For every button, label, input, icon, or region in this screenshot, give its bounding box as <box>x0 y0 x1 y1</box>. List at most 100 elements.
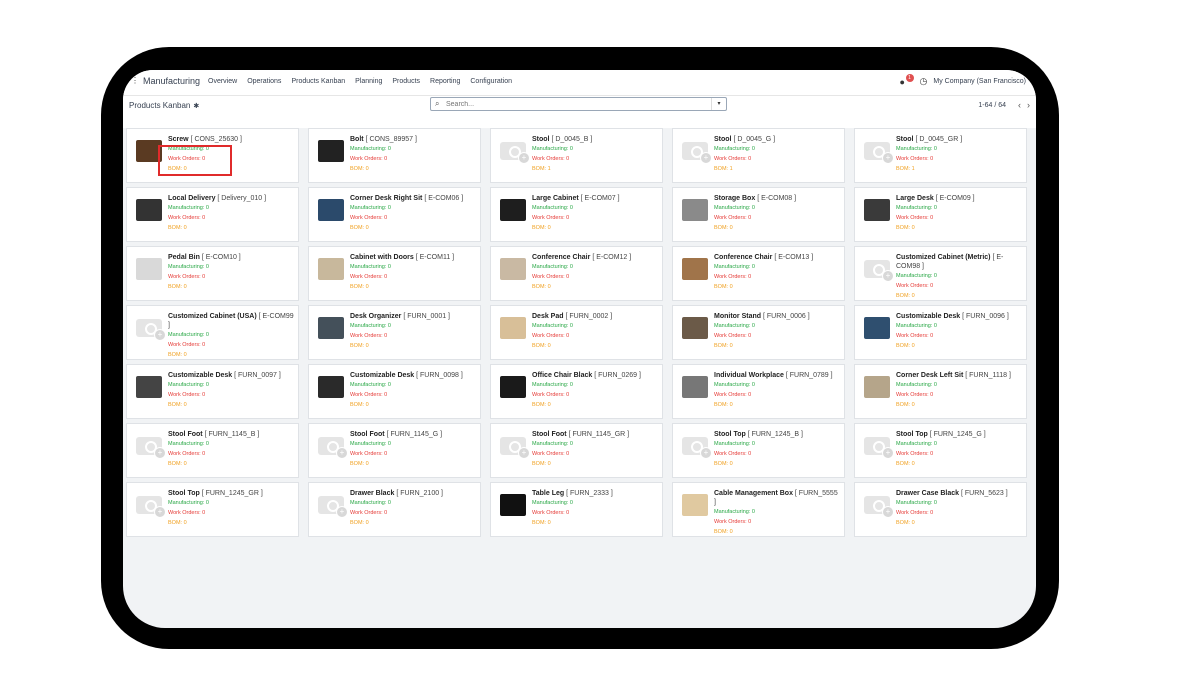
manufacturing-count: Manufacturing: 0 <box>714 264 755 270</box>
product-card[interactable]: Conference Chair [ E-COM13 ] Manufacturin… <box>672 246 845 301</box>
manufacturing-count: Manufacturing: 0 <box>350 264 391 270</box>
menu-planning[interactable]: Planning <box>355 78 382 85</box>
manufacturing-count: Manufacturing: 0 <box>896 500 937 506</box>
product-name: Customized Cabinet (USA) [ E-COM99 ] <box>168 312 294 330</box>
product-card[interactable]: Bolt [ CONS_89957 ] Manufacturing: 0 Work … <box>308 128 481 183</box>
product-photo <box>500 258 526 280</box>
product-card[interactable]: Cabinet with Doors [ E-COM11 ] Manufactur… <box>308 246 481 301</box>
product-card[interactable]: Cable Management Box [ FURN_5555 ] Manufa… <box>672 482 845 537</box>
product-code: [ FURN_0789 ] <box>785 372 833 379</box>
product-info: Stool Foot [ FURN_1145_B ] Manufacturing:… <box>168 430 294 469</box>
product-name-text: Customizable Desk <box>896 313 961 320</box>
search-input[interactable] <box>446 99 706 109</box>
activity-clock-icon[interactable]: ◷ <box>920 76 928 87</box>
product-image <box>679 312 711 344</box>
product-card[interactable]: Customized Cabinet (USA) [ E-COM99 ] Manu… <box>126 305 299 360</box>
product-card[interactable]: Individual Workplace [ FURN_0789 ] Manufa… <box>672 364 845 419</box>
bom-count: BOM: 0 <box>896 343 915 349</box>
bom-count: BOM: 0 <box>714 402 733 408</box>
product-image <box>679 489 711 521</box>
bom-count: BOM: 0 <box>532 402 551 408</box>
product-card[interactable]: Customizable Desk [ FURN_0098 ] Manufactu… <box>308 364 481 419</box>
product-name: Table Leg [ FURN_2333 ] <box>532 489 658 498</box>
search-bar: ⌕ ▾ <box>430 97 727 111</box>
product-card[interactable]: Drawer Case Black [ FURN_5623 ] Manufactu… <box>854 482 1027 537</box>
work-orders-count: Work Orders: 0 <box>532 215 570 221</box>
product-card[interactable]: Corner Desk Left Sit [ FURN_1118 ] Manufa… <box>854 364 1027 419</box>
product-card[interactable]: Desk Pad [ FURN_0002 ] Manufacturing: 0 Wo… <box>490 305 663 360</box>
product-card[interactable]: Stool Foot [ FURN_1145_GR ] Manufacturing… <box>490 423 663 478</box>
product-name: Conference Chair [ E-COM13 ] <box>714 253 840 262</box>
menu-reporting[interactable]: Reporting <box>430 78 460 85</box>
product-card[interactable]: Large Desk [ E-COM09 ] Manufacturing: 0 Wo… <box>854 187 1027 242</box>
product-card[interactable]: Stool Top [ FURN_1245_B ] Manufacturing: … <box>672 423 845 478</box>
work-orders-count: Work Orders: 0 <box>350 333 388 339</box>
app-name[interactable]: Manufacturing <box>143 76 200 86</box>
product-code: [ E-COM07 ] <box>580 195 620 202</box>
product-info: Stool [ D_0045_B ] Manufacturing: 0 Work O… <box>532 135 658 174</box>
menu-overview[interactable]: Overview <box>208 78 237 85</box>
product-card[interactable]: Storage Box [ E-COM08 ] Manufacturing: 0W… <box>672 187 845 242</box>
product-card[interactable]: Office Chair Black [ FURN_0269 ] Manufact… <box>490 364 663 419</box>
product-info: Table Leg [ FURN_2333 ] Manufacturing: 0 W… <box>532 489 658 528</box>
product-card[interactable]: Desk Organizer [ FURN_0001 ] Manufacturin… <box>308 305 481 360</box>
bom-count: BOM: 0 <box>896 461 915 467</box>
company-switcher[interactable]: My Company (San Francisco) <box>933 78 1026 85</box>
product-info: Conference Chair [ E-COM13 ] Manufacturin… <box>714 253 840 292</box>
chevron-left-icon[interactable]: ‹ <box>1018 100 1021 110</box>
product-name-text: Desk Organizer <box>350 313 402 320</box>
bom-count: BOM: 0 <box>168 461 187 467</box>
product-card[interactable]: Monitor Stand [ FURN_0006 ] Manufacturing… <box>672 305 845 360</box>
product-card[interactable]: Drawer Black [ FURN_2100 ] Manufacturing:… <box>308 482 481 537</box>
product-photo <box>682 494 708 516</box>
product-info: Pedal Bin [ E-COM10 ] Manufacturing: 0 Wor… <box>168 253 294 292</box>
work-orders-count: Work Orders: 0 <box>350 215 388 221</box>
product-card[interactable]: Conference Chair [ E-COM12 ] Manufacturin… <box>490 246 663 301</box>
pager-value[interactable]: 1-64 / 64 <box>978 102 1006 109</box>
product-image <box>679 194 711 226</box>
product-photo <box>500 494 526 516</box>
product-code: [ FURN_0269 ] <box>594 372 641 379</box>
highlight-box <box>158 145 232 176</box>
bom-count: BOM: 0 <box>350 402 369 408</box>
search-dropdown-toggle[interactable]: ▾ <box>711 98 726 110</box>
menu-operations[interactable]: Operations <box>247 78 281 85</box>
apps-menu-icon[interactable]: ⋮ <box>131 76 139 86</box>
search-icon: ⌕ <box>435 99 440 108</box>
gear-icon[interactable]: ✱ <box>193 103 199 110</box>
product-card[interactable]: Stool Top [ FURN_1245_GR ] Manufacturing:… <box>126 482 299 537</box>
product-card[interactable]: Large Cabinet [ E-COM07 ] Manufacturing: … <box>490 187 663 242</box>
product-card[interactable]: Stool [ D_0045_GR ] Manufacturing: 0 Work … <box>854 128 1027 183</box>
product-card[interactable]: Customized Cabinet (Metric) [ E-COM98 ] M… <box>854 246 1027 301</box>
bom-count: BOM: 0 <box>350 166 369 172</box>
product-info: Stool Top [ FURN_1245_B ] Manufacturing: … <box>714 430 840 469</box>
product-card[interactable]: Local Delivery [ Delivery_010 ] Manufactu… <box>126 187 299 242</box>
menu-products-kanban[interactable]: Products Kanban <box>291 78 345 85</box>
product-card[interactable]: Customizable Desk [ FURN_0096 ] Manufactu… <box>854 305 1027 360</box>
product-card[interactable]: Stool Foot [ FURN_1145_B ] Manufacturing:… <box>126 423 299 478</box>
product-code: [ E-COM08 ] <box>757 195 797 202</box>
work-orders-count: Work Orders: 0 <box>714 156 752 162</box>
product-image <box>497 194 529 226</box>
product-card[interactable]: Stool [ D_0045_G ] Manufacturing: 0 Work O… <box>672 128 845 183</box>
product-card[interactable]: Stool [ D_0045_B ] Manufacturing: 0 Work O… <box>490 128 663 183</box>
product-image <box>497 312 529 344</box>
bom-count: BOM: 0 <box>714 529 733 535</box>
chevron-right-icon[interactable]: › <box>1027 100 1030 110</box>
product-card[interactable]: Customizable Desk [ FURN_0097 ] Manufactu… <box>126 364 299 419</box>
camera-placeholder-icon <box>682 142 712 164</box>
product-card[interactable]: Stool Foot [ FURN_1145_G ] Manufacturing:… <box>308 423 481 478</box>
product-name: Customizable Desk [ FURN_0096 ] <box>896 312 1022 321</box>
manufacturing-count: Manufacturing: 0 <box>714 509 755 515</box>
product-card[interactable]: Stool Top [ FURN_1245_G ] Manufacturing: … <box>854 423 1027 478</box>
work-orders-count: Work Orders: 0 <box>714 215 752 221</box>
product-card[interactable]: Pedal Bin [ E-COM10 ] Manufacturing: 0 Wor… <box>126 246 299 301</box>
product-card[interactable]: Corner Desk Right Sit [ E-COM06 ] Manufac… <box>308 187 481 242</box>
chat-icon[interactable]: ● 1 <box>900 73 914 87</box>
manufacturing-count: Manufacturing: 0 <box>350 146 391 152</box>
product-card[interactable]: Table Leg [ FURN_2333 ] Manufacturing: 0 W… <box>490 482 663 537</box>
product-info: Stool [ D_0045_G ] Manufacturing: 0 Work O… <box>714 135 840 174</box>
menu-configuration[interactable]: Configuration <box>470 78 512 85</box>
menu-products[interactable]: Products <box>392 78 420 85</box>
product-name-text: Stool Top <box>896 431 928 438</box>
